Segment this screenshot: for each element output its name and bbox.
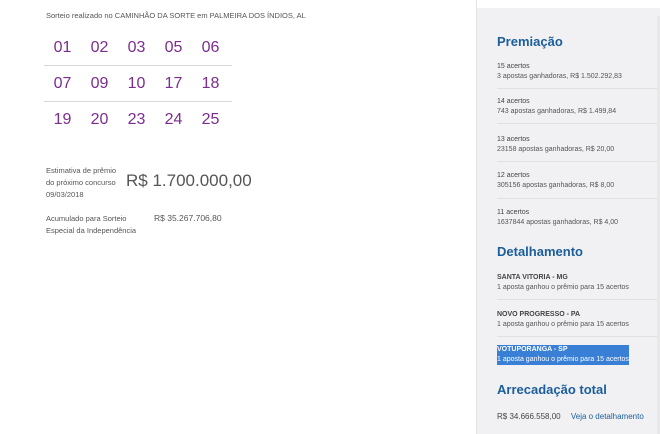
drawn-number: 03 [127,38,146,56]
detalhamento-item: NOVO PROGRESSO - PA 1 aposta ganhou o pr… [497,310,629,330]
detalhamento-item-selected: VOTUPORANGA - SP 1 aposta ganhou o prêmi… [497,345,629,365]
winner-desc: 1 aposta ganhou o prêmio para 15 acertos [497,321,629,328]
prize-acertos: 14 acertos [497,98,530,105]
estimativa-value: R$ 1.700.000,00 [126,171,252,190]
drawn-number: 10 [127,74,146,92]
numbers-row: 19 20 23 24 25 [44,102,232,138]
drawn-number: 17 [164,74,183,92]
drawn-number: 25 [201,111,220,128]
prize-desc: 23158 apostas ganhadoras, R$ 20,00 [497,146,615,153]
divider [497,299,657,300]
acumulado-label-line: Acumulado para Sorteio [46,214,127,223]
prize-acertos: 12 acertos [497,172,530,179]
main-content: Sorteio realizado no CAMINHÃO DA SORTE e… [0,0,478,434]
prize-item: 11 acertos 1637844 apostas ganhadoras, R… [497,208,618,228]
drawn-number: 23 [127,111,146,128]
drawn-numbers-grid: 01 02 03 05 06 07 09 10 17 18 19 20 23 2… [44,30,232,138]
sorteio-location-text: Sorteio realizado no CAMINHÃO DA SORTE e… [46,11,306,20]
winner-city: VOTUPORANGA - SP [497,345,629,355]
estimativa-label: Estimativa de prêmio do próximo concurso… [46,165,126,201]
divider [497,336,657,337]
prize-item: 13 acertos 23158 apostas ganhadoras, R$ … [497,135,614,155]
drawn-number: 05 [164,38,183,56]
drawn-number: 02 [90,38,109,56]
drawn-number: 19 [53,111,72,128]
numbers-row: 01 02 03 05 06 [44,30,232,66]
prize-acertos: 15 acertos [497,63,530,70]
results-sidebar: Premiação 15 acertos 3 apostas ganhadora… [477,8,660,434]
drawn-number: 20 [90,111,109,128]
estimativa-date: 09/03/2018 [46,190,84,199]
arrecadacao-heading: Arrecadação total [497,382,607,397]
detalhamento-item: SANTA VITORIA - MG 1 aposta ganhou o prê… [497,273,629,293]
prize-item: 12 acertos 305156 apostas ganhadoras, R$… [497,171,614,191]
divider [497,161,657,162]
prize-desc: 305156 apostas ganhadoras, R$ 8,00 [497,182,615,189]
winner-city: NOVO PROGRESSO - PA [497,311,581,318]
drawn-number: 06 [201,38,220,56]
arrecadacao-value: R$ 34.666.558,00 [497,412,561,421]
prize-item: 14 acertos 743 apostas ganhadoras, R$ 1.… [497,97,616,117]
divider [497,88,657,89]
detalhamento-link[interactable]: Veja o detalhamento [571,412,644,421]
prize-item: 15 acertos 3 apostas ganhadoras, R$ 1.50… [497,62,622,82]
acumulado-value: R$ 35.267.706,80 [154,213,222,223]
drawn-number: 18 [201,74,220,92]
drawn-number: 09 [90,74,109,92]
winner-desc: 1 aposta ganhou o prêmio para 15 acertos [497,284,629,291]
prize-desc: 3 apostas ganhadoras, R$ 1.502.292,83 [497,73,622,80]
prize-desc: 743 apostas ganhadoras, R$ 1.499,84 [497,108,617,115]
drawn-number: 07 [53,74,72,92]
prize-desc: 1637844 apostas ganhadoras, R$ 4,00 [497,219,619,226]
estimativa-label-line: do próximo concurso [46,178,116,187]
winner-city: SANTA VITORIA - MG [497,274,568,281]
prize-acertos: 13 acertos [497,136,530,143]
drawn-number: 24 [164,111,183,128]
prize-acertos: 11 acertos [497,209,530,216]
premiacao-heading: Premiação [497,34,563,49]
estimativa-label-line: Estimativa de prêmio [46,166,117,175]
arrecadacao-row: R$ 34.666.558,00 Veja o detalhamento [497,412,644,421]
acumulado-label-line: Especial da Independência [46,226,137,235]
detalhamento-heading: Detalhamento [497,244,583,259]
numbers-row: 07 09 10 17 18 [44,66,232,102]
divider [497,123,657,124]
drawn-number: 01 [53,38,72,56]
winner-desc: 1 aposta ganhou o prêmio para 15 acertos [497,355,629,365]
acumulado-label: Acumulado para Sorteio Especial da Indep… [46,213,146,237]
divider [497,198,657,199]
